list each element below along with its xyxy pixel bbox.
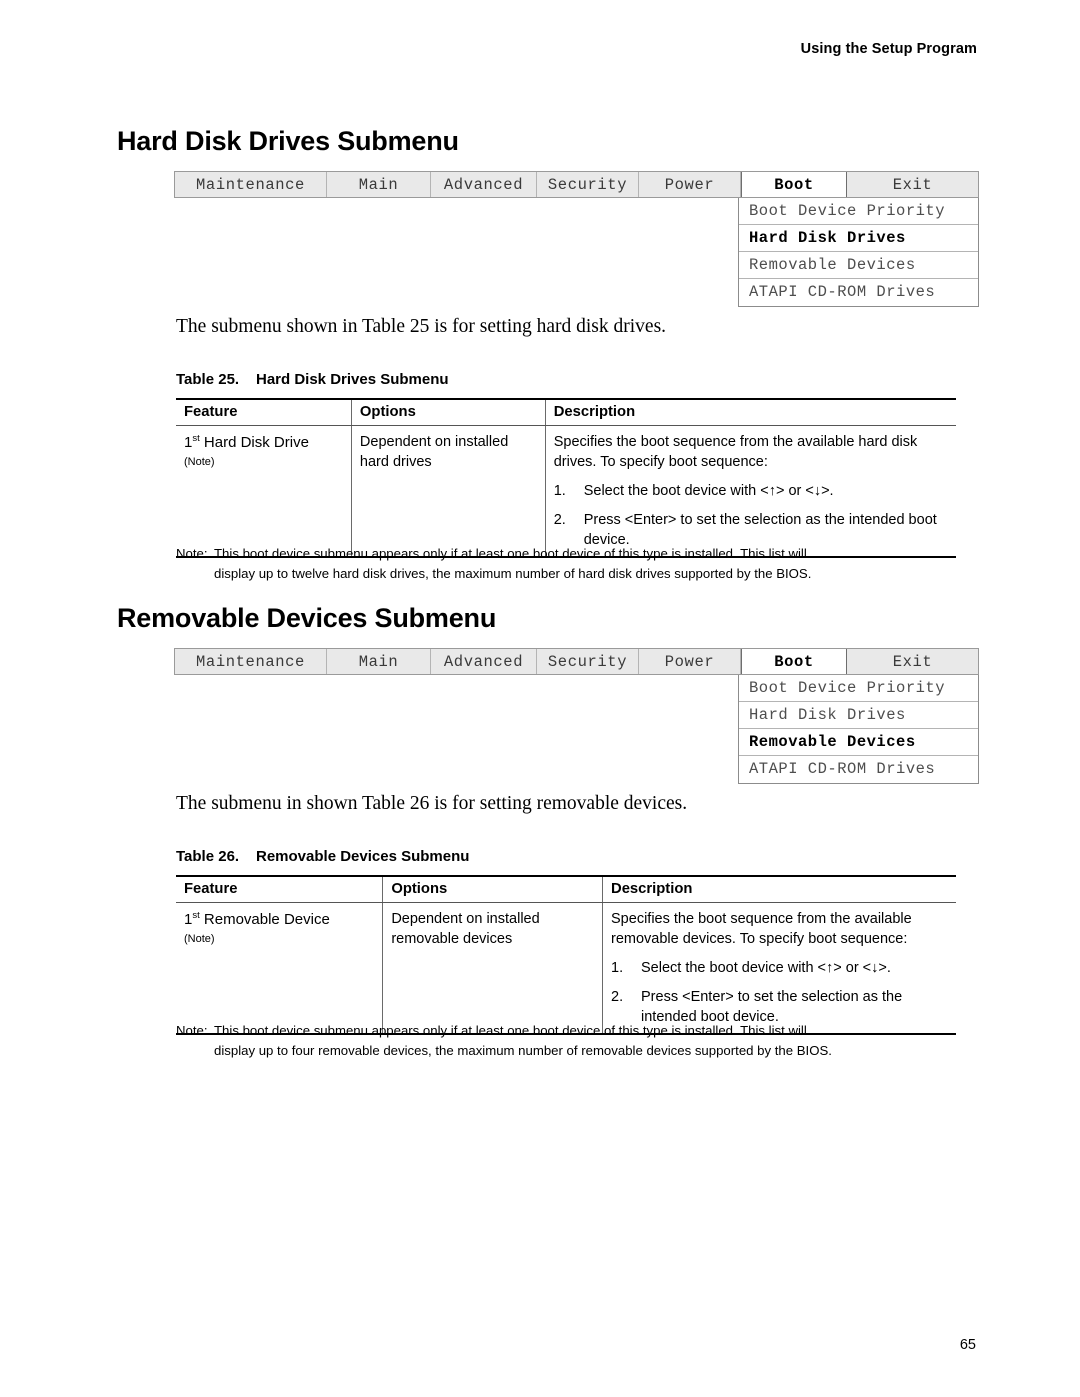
table-caption-25-number: Table 25. xyxy=(176,371,240,388)
page-number: 65 xyxy=(959,1337,976,1353)
step-number: 1. xyxy=(553,483,566,499)
bios-tab-advanced[interactable]: Advanced xyxy=(431,649,537,674)
bios-submenu-item-atapi-cdrom-drives[interactable]: ATAPI CD-ROM Drives xyxy=(739,756,978,783)
table-25-col-options: Options xyxy=(351,398,546,426)
footnote-label: Note: xyxy=(176,1023,208,1038)
bios-tab-maintenance[interactable]: Maintenance xyxy=(175,649,327,674)
bios-submenu-item-removable-devices[interactable]: Removable Devices xyxy=(739,729,978,756)
intro-paragraph-2: The submenu in shown Table 26 is for set… xyxy=(176,793,688,814)
footnote-line-1: This boot device submenu appears only if… xyxy=(214,546,807,561)
table-row: 1st Removable Device (Note) Dependent on… xyxy=(176,902,956,1035)
bios-tab-maintenance[interactable]: Maintenance xyxy=(175,172,327,197)
document-page: Using the Setup Program Hard Disk Drives… xyxy=(0,0,1080,1397)
feature-label: 1st Hard Disk Drive xyxy=(184,433,309,451)
table-26-header-row: Feature Options Description xyxy=(176,875,956,903)
footnote-line-1: This boot device submenu appears only if… xyxy=(214,1023,807,1038)
table-25-cell-feature: 1st Hard Disk Drive (Note) xyxy=(176,425,352,558)
bios-submenu-item-hard-disk-drives[interactable]: Hard Disk Drives xyxy=(739,702,978,729)
table-caption-26-number: Table 26. xyxy=(176,848,240,865)
bios-menu-mock-2: Maintenance Main Advanced Security Power… xyxy=(174,648,979,784)
bios-tab-security[interactable]: Security xyxy=(537,649,639,674)
list-item: 1. Select the boot device with <↑> or <↓… xyxy=(611,958,946,978)
bios-tab-boot[interactable]: Boot xyxy=(741,649,847,674)
bios-tab-bar-1: Maintenance Main Advanced Security Power… xyxy=(174,171,979,198)
footnote-line-2: display up to four removable devices, th… xyxy=(214,1042,832,1058)
bios-tab-power[interactable]: Power xyxy=(639,172,741,197)
footnote-label: Note: xyxy=(176,546,208,561)
intro-paragraph-1: The submenu shown in Table 25 is for set… xyxy=(176,316,667,337)
table-25-cell-description: Specifies the boot sequence from the ava… xyxy=(545,425,956,558)
bios-tab-security[interactable]: Security xyxy=(537,172,639,197)
table-26-footnote: Note: This boot device submenu appears on… xyxy=(176,1021,966,1061)
table-row: 1st Hard Disk Drive (Note) Dependent on … xyxy=(176,425,956,558)
feature-note-marker: (Note) xyxy=(184,455,215,468)
bios-submenu-item-boot-device-priority[interactable]: Boot Device Priority xyxy=(739,675,978,702)
running-header: Using the Setup Program xyxy=(800,41,977,57)
table-26: Feature Options Description 1st Removabl… xyxy=(176,875,956,1035)
bios-tab-exit[interactable]: Exit xyxy=(847,649,978,674)
table-caption-25: Table 25. Hard Disk Drives Submenu xyxy=(176,371,449,388)
feature-ordinal-suffix: st xyxy=(192,433,200,444)
bios-tab-main[interactable]: Main xyxy=(327,649,431,674)
table-25-col-feature: Feature xyxy=(176,398,352,426)
table-caption-26-title: Removable Devices Submenu xyxy=(256,848,470,865)
description-lead-text: Specifies the boot sequence from the ava… xyxy=(611,911,912,947)
bios-tab-boot[interactable]: Boot xyxy=(741,172,847,197)
bios-boot-submenu-list-1: Boot Device Priority Hard Disk Drives Re… xyxy=(738,198,979,307)
bios-submenu-item-removable-devices[interactable]: Removable Devices xyxy=(739,252,978,279)
bios-tab-bar-2: Maintenance Main Advanced Security Power… xyxy=(174,648,979,675)
feature-name-rest: Removable Device xyxy=(199,911,330,928)
bios-tab-power[interactable]: Power xyxy=(639,649,741,674)
table-25-col-description: Description xyxy=(545,398,956,426)
bios-boot-submenu-list-2: Boot Device Priority Hard Disk Drives Re… xyxy=(738,675,979,784)
feature-ordinal-suffix: st xyxy=(192,910,200,921)
description-lead-text: Specifies the boot sequence from the ava… xyxy=(553,434,918,470)
bios-submenu-item-atapi-cdrom-drives[interactable]: ATAPI CD-ROM Drives xyxy=(739,279,978,306)
feature-note-marker: (Note) xyxy=(184,932,215,945)
feature-name-rest: Hard Disk Drive xyxy=(199,434,309,451)
description-steps: 1. Select the boot device with <↑> or <↓… xyxy=(611,958,946,1027)
table-26-col-options: Options xyxy=(382,875,604,903)
table-26-cell-feature: 1st Removable Device (Note) xyxy=(176,902,384,1035)
bios-tab-exit[interactable]: Exit xyxy=(847,172,978,197)
section-heading-hard-disk-drives: Hard Disk Drives Submenu xyxy=(117,126,459,156)
feature-label: 1st Removable Device xyxy=(184,910,330,928)
table-26-col-description: Description xyxy=(602,875,956,903)
table-25-header-row: Feature Options Description xyxy=(176,398,956,426)
table-26-col-feature: Feature xyxy=(176,875,384,903)
step-number: 1. xyxy=(611,960,624,976)
table-25-cell-options: Dependent on installed hard drives xyxy=(351,425,546,558)
bios-menu-mock-1: Maintenance Main Advanced Security Power… xyxy=(174,171,979,307)
step-text: Select the boot device with <↑> or <↓>. xyxy=(641,960,891,976)
bios-submenu-item-boot-device-priority[interactable]: Boot Device Priority xyxy=(739,198,978,225)
section-heading-removable-devices: Removable Devices Submenu xyxy=(117,603,497,633)
description-steps: 1. Select the boot device with <↑> or <↓… xyxy=(554,481,946,550)
bios-submenu-item-hard-disk-drives[interactable]: Hard Disk Drives xyxy=(739,225,978,252)
table-caption-26: Table 26. Removable Devices Submenu xyxy=(176,848,469,865)
footnote-line-2: display up to twelve hard disk drives, t… xyxy=(214,565,812,581)
table-caption-25-title: Hard Disk Drives Submenu xyxy=(256,371,449,388)
step-text: Select the boot device with <↑> or <↓>. xyxy=(583,483,834,499)
table-26-cell-description: Specifies the boot sequence from the ava… xyxy=(602,902,956,1035)
table-26-cell-options: Dependent on installed removable devices xyxy=(382,902,604,1035)
list-item: 1. Select the boot device with <↑> or <↓… xyxy=(554,481,946,501)
table-25-footnote: Note: This boot device submenu appears on… xyxy=(176,544,966,584)
bios-tab-main[interactable]: Main xyxy=(327,172,431,197)
bios-tab-advanced[interactable]: Advanced xyxy=(431,172,537,197)
table-25: Feature Options Description 1st Hard Dis… xyxy=(176,398,956,558)
